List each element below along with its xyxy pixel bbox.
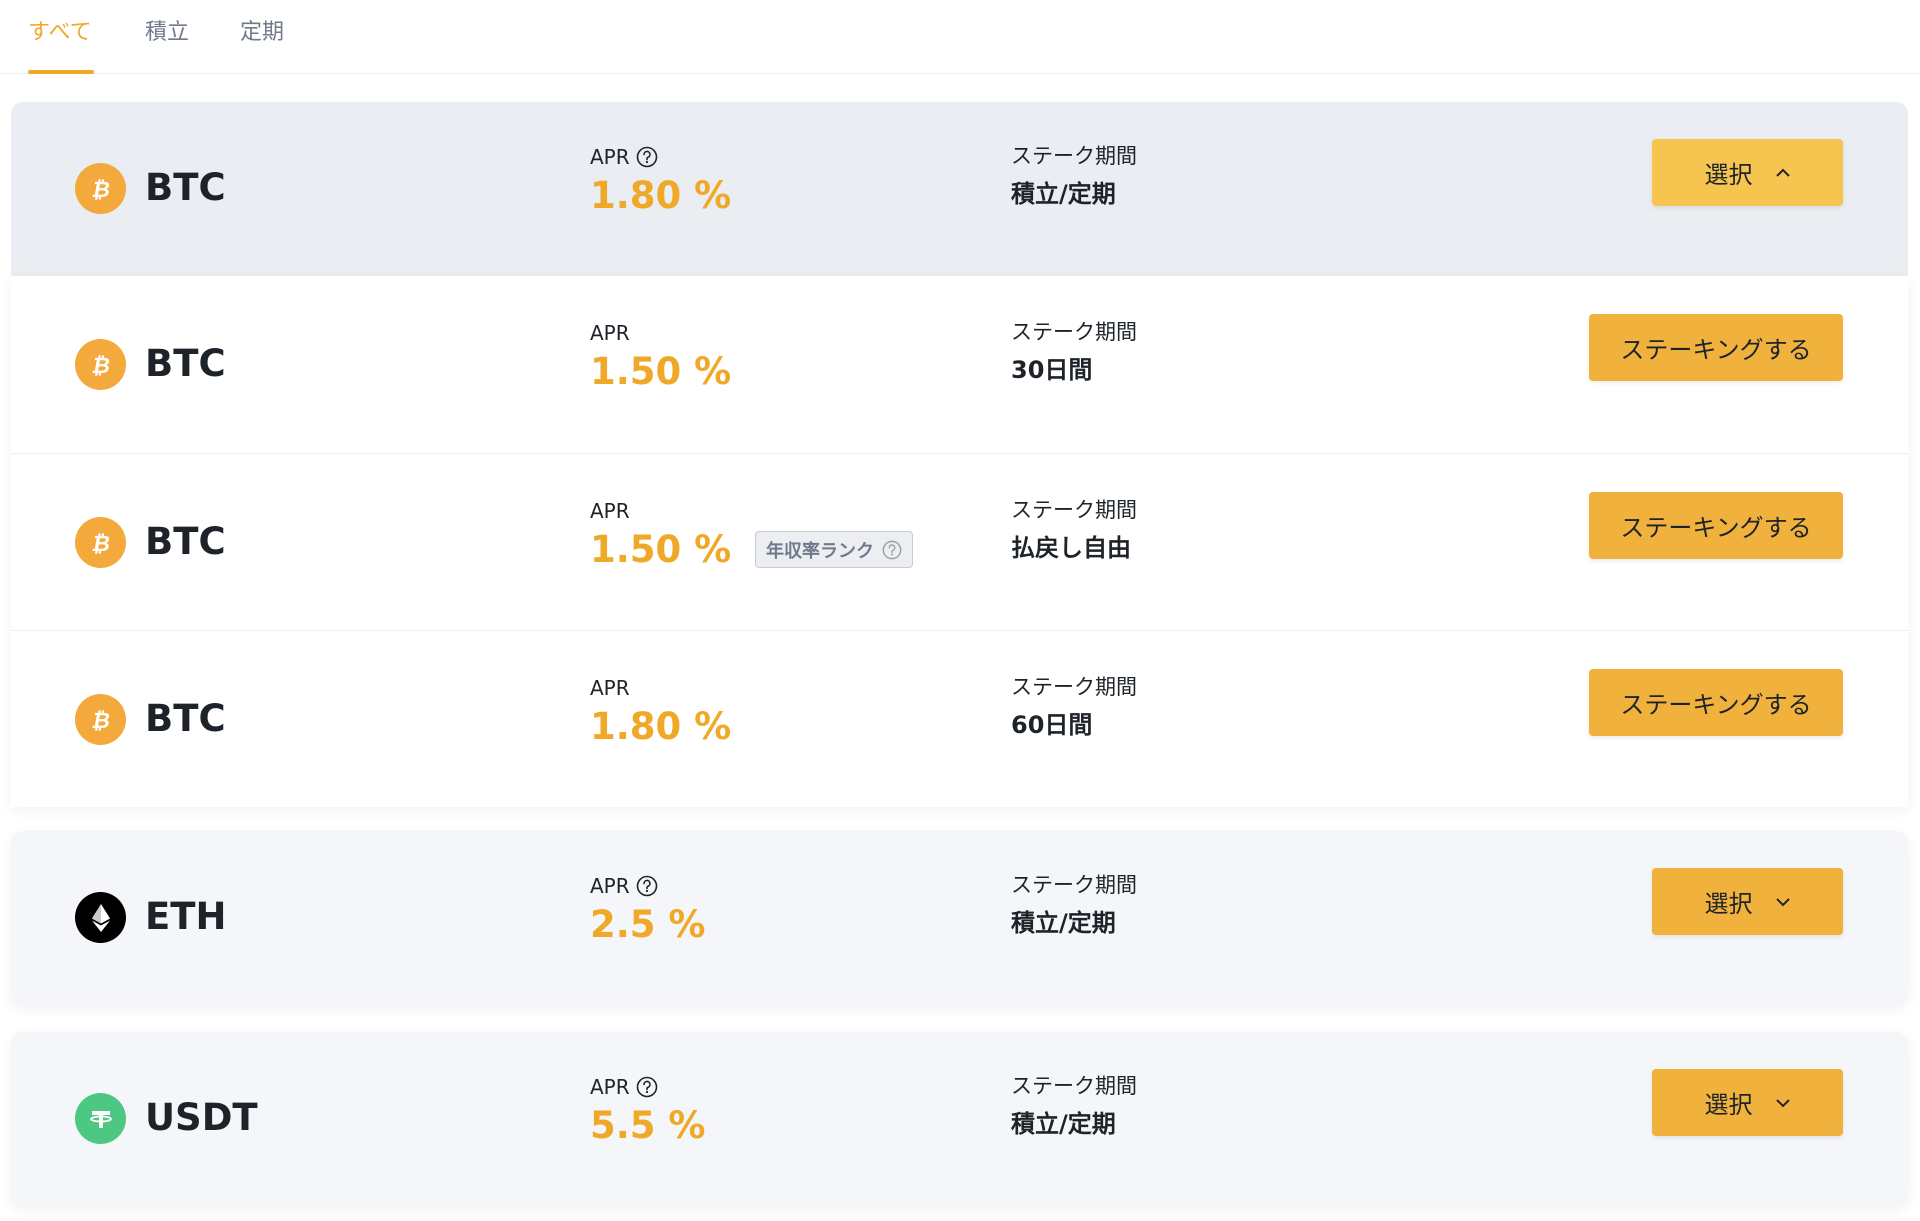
- term-value: 60日間: [1011, 711, 1093, 739]
- apr-value: 1.50 %: [590, 528, 732, 571]
- select-button-label: 選択: [1704, 161, 1753, 189]
- product-row-btc: ₿ BTC APR 1.80 % ステーク期間 積立/定期 選択: [11, 102, 1908, 276]
- apr-value: 1.50 %: [590, 350, 732, 393]
- apr-value: 1.80 %: [590, 705, 732, 748]
- term-label: ステーク期間: [1011, 873, 1137, 897]
- stake-button[interactable]: ステーキングする: [1589, 314, 1843, 381]
- product-row-usdt: USDT APR 5.5 % ステーク期間 積立/定期 選択: [11, 1032, 1908, 1206]
- btc-icon: ₿: [75, 517, 126, 568]
- term-label: ステーク期間: [1011, 1074, 1137, 1098]
- btc-icon: ₿: [75, 694, 126, 745]
- term-value: 積立/定期: [1011, 1110, 1116, 1138]
- apr-label-text: APR: [590, 874, 630, 898]
- apr-label-text: APR: [590, 145, 630, 169]
- coin-name: USDT: [145, 1096, 258, 1139]
- svg-text:₿: ₿: [89, 177, 111, 203]
- chevron-up-icon: [1775, 168, 1791, 178]
- stake-button[interactable]: ステーキングする: [1589, 669, 1843, 736]
- help-icon: [882, 540, 902, 560]
- tab-all[interactable]: すべて: [28, 18, 92, 48]
- term-label: ステーク期間: [1011, 498, 1137, 522]
- coin-name: BTC: [145, 342, 226, 385]
- coin-name: BTC: [145, 520, 226, 563]
- option-row-btc-flexible: ₿ BTC APR 1.50 % 年収率ランク ステーク期間 払戻し自由 ステー…: [11, 453, 1908, 630]
- apr-label-text: APR: [590, 1075, 630, 1099]
- eth-icon: [75, 892, 126, 943]
- apr-label: APR: [590, 1074, 658, 1100]
- term-value: 払戻し自由: [1011, 534, 1131, 562]
- select-button[interactable]: 選択: [1652, 1069, 1843, 1136]
- svg-text:₿: ₿: [89, 708, 111, 734]
- usdt-icon: [75, 1093, 126, 1144]
- select-button-label: 選択: [1704, 890, 1753, 918]
- coin-name: BTC: [145, 166, 226, 209]
- term-label: ステーク期間: [1011, 675, 1137, 699]
- btc-icon: ₿: [75, 339, 126, 390]
- select-button[interactable]: 選択: [1652, 139, 1843, 206]
- chevron-down-icon: [1775, 897, 1791, 907]
- apr-value: 2.5 %: [590, 903, 706, 946]
- term-value: 積立/定期: [1011, 909, 1116, 937]
- apr-value: 1.80 %: [590, 174, 732, 217]
- apr-label: APR: [590, 676, 630, 700]
- coin-name: BTC: [145, 697, 226, 740]
- term-value: 積立/定期: [1011, 180, 1116, 208]
- coin-name: ETH: [145, 895, 227, 938]
- active-tab-underline: [28, 70, 94, 74]
- product-tabs: すべて 積立 定期: [0, 0, 1920, 74]
- svg-text:₿: ₿: [89, 531, 111, 557]
- stake-button[interactable]: ステーキングする: [1589, 492, 1843, 559]
- product-row-eth: ETH APR 2.5 % ステーク期間 積立/定期 選択: [11, 831, 1908, 1005]
- chevron-down-icon: [1775, 1098, 1791, 1108]
- apr-label: APR: [590, 321, 630, 345]
- help-icon[interactable]: [636, 875, 658, 897]
- apr-label: APR: [590, 873, 658, 899]
- term-value: 30日間: [1011, 356, 1093, 384]
- apr-label: APR: [590, 499, 630, 523]
- svg-text:₿: ₿: [89, 353, 111, 379]
- apr-label: APR: [590, 144, 658, 170]
- tab-accumulate[interactable]: 積立: [145, 18, 189, 48]
- option-row-btc-30d: ₿ BTC APR 1.50 % ステーク期間 30日間 ステーキングする: [11, 276, 1908, 453]
- term-label: ステーク期間: [1011, 320, 1137, 344]
- select-button[interactable]: 選択: [1652, 868, 1843, 935]
- help-icon[interactable]: [636, 1076, 658, 1098]
- option-row-btc-60d: ₿ BTC APR 1.80 % ステーク期間 60日間 ステーキングする: [11, 630, 1908, 807]
- select-button-label: 選択: [1704, 1091, 1753, 1119]
- term-label: ステーク期間: [1011, 144, 1137, 168]
- apr-value: 5.5 %: [590, 1104, 706, 1147]
- help-icon[interactable]: [636, 146, 658, 168]
- btc-icon: ₿: [75, 163, 126, 214]
- apr-rank-badge[interactable]: 年収率ランク: [755, 531, 913, 568]
- tab-fixed[interactable]: 定期: [240, 18, 284, 48]
- rank-badge-label: 年収率ランク: [766, 540, 874, 562]
